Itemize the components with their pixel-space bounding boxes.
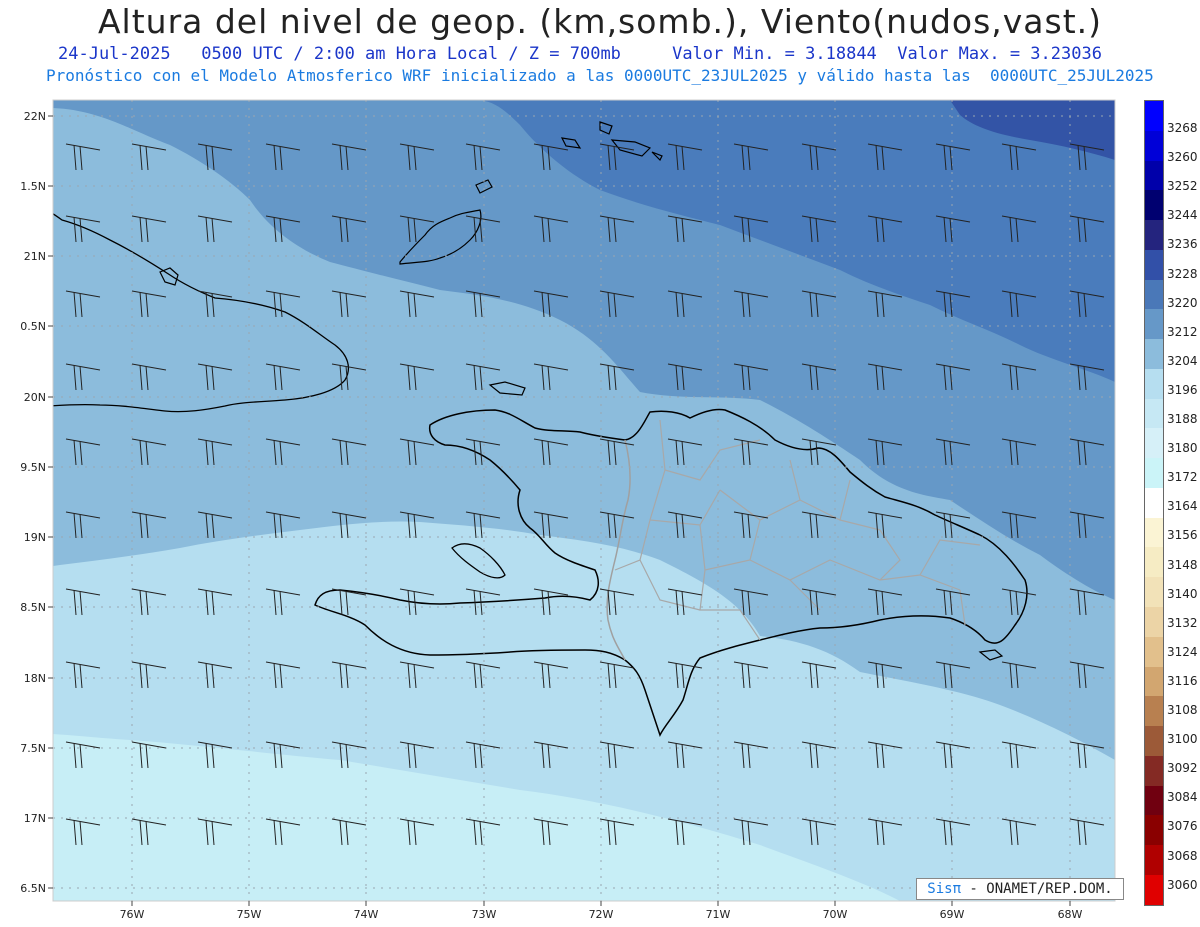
- colorbar-swatch: [1145, 547, 1163, 578]
- colorbar-swatch: [1145, 815, 1163, 846]
- colorbar-label: 3164: [1167, 499, 1198, 514]
- colorbar-swatch: [1145, 160, 1163, 191]
- colorbar-label: 3204: [1167, 353, 1198, 368]
- colorbar-swatch: [1145, 487, 1163, 518]
- colorbar-label: 3116: [1167, 673, 1198, 688]
- colorbar-swatch: [1145, 279, 1163, 310]
- colorbar-swatch: [1145, 845, 1163, 875]
- colorbar-label: 3228: [1167, 266, 1198, 281]
- colorbar-swatch: [1145, 220, 1163, 250]
- colorbar-swatch: [1145, 249, 1163, 280]
- lon-label: 68W: [1058, 908, 1083, 921]
- colorbar-label: 3252: [1167, 179, 1198, 194]
- colorbar-swatch: [1145, 458, 1163, 488]
- credit-brand: Sisπ: [927, 881, 961, 897]
- colorbar-label: 3156: [1167, 528, 1198, 543]
- lat-label: 20N: [24, 391, 46, 404]
- colorbar-label: 3092: [1167, 761, 1198, 776]
- valid-time-line: 24-Jul-2025 0500 UTC / 2:00 am Hora Loca…: [58, 44, 1102, 64]
- colorbar-swatch: [1145, 339, 1163, 369]
- colorbar-swatch: [1145, 398, 1163, 429]
- lon-label: 72W: [589, 908, 614, 921]
- colorbar-label: 3068: [1167, 848, 1198, 863]
- lat-label: 9.5N: [20, 461, 46, 474]
- colorbar-label: 3172: [1167, 470, 1198, 485]
- colorbar-swatch: [1145, 577, 1163, 608]
- lat-label: 6.5N: [20, 882, 46, 895]
- colorbar-swatch: [1145, 696, 1163, 727]
- colorbar-label: 3260: [1167, 150, 1198, 165]
- colorbar-swatch: [1145, 309, 1163, 340]
- lon-label: 70W: [823, 908, 848, 921]
- colorbar-label: 3100: [1167, 732, 1198, 747]
- lat-label: 1.5N: [20, 180, 46, 193]
- colorbar-label: 3236: [1167, 237, 1198, 252]
- colorbar-label: 3140: [1167, 586, 1198, 601]
- colorbar-swatch: [1145, 636, 1163, 667]
- lat-label: 18N: [24, 672, 46, 685]
- colorbar-label: 3212: [1167, 324, 1198, 339]
- colorbar-label: 3108: [1167, 703, 1198, 717]
- colorbar-label: 3148: [1167, 557, 1198, 572]
- colorbar: [1144, 100, 1164, 906]
- lat-label: 0.5N: [20, 320, 46, 333]
- model-run-line: Pronóstico con el Modelo Atmosferico WRF…: [46, 66, 1154, 85]
- colorbar-label: 3060: [1167, 877, 1198, 892]
- lat-label: 22N: [24, 110, 46, 123]
- lat-label: 19N: [24, 531, 46, 544]
- lon-label: 71W: [706, 908, 731, 921]
- lon-label: 74W: [354, 908, 379, 921]
- colorbar-label: 3132: [1167, 615, 1198, 630]
- credit-box: Sisπ - ONAMET/REP.DOM.: [916, 878, 1124, 900]
- lat-label: 7.5N: [20, 742, 46, 755]
- weather-map: 22N 1.5N 21N 0.5N 20N 9.5N 19N 8.5N 18N 7.5N 17N 6.…: [0, 0, 1200, 927]
- colorbar-swatch: [1145, 190, 1163, 221]
- colorbar-swatch: [1145, 368, 1163, 399]
- colorbar-swatch: [1145, 607, 1163, 637]
- map-title: Altura del nivel de geop. (km,somb.), Vi…: [97, 2, 1103, 41]
- lon-label: 75W: [237, 908, 262, 921]
- colorbar-label: 3196: [1167, 382, 1198, 397]
- colorbar-swatch: [1145, 101, 1163, 131]
- colorbar-label: 3084: [1167, 790, 1198, 805]
- colorbar-label: 3180: [1167, 441, 1198, 456]
- colorbar-swatch: [1145, 874, 1163, 905]
- colorbar-swatch: [1145, 666, 1163, 697]
- colorbar-swatch: [1145, 130, 1163, 161]
- lat-label: 21N: [24, 250, 46, 263]
- colorbar-swatch: [1145, 428, 1163, 459]
- lat-label: 8.5N: [20, 601, 46, 614]
- colorbar-label: 3268: [1167, 121, 1198, 135]
- colorbar-label: 3076: [1167, 819, 1198, 834]
- colorbar-swatch: [1145, 785, 1163, 816]
- lat-label: 17N: [24, 812, 46, 825]
- colorbar-label: 3124: [1167, 644, 1198, 659]
- lon-label: 76W: [120, 908, 145, 921]
- colorbar-label: 3220: [1167, 295, 1198, 310]
- lon-label: 69W: [940, 908, 965, 921]
- colorbar-swatch: [1145, 517, 1163, 548]
- colorbar-label: 3188: [1167, 412, 1198, 426]
- lon-label: 73W: [472, 908, 497, 921]
- colorbar-swatch: [1145, 755, 1163, 786]
- colorbar-label: 3244: [1167, 208, 1198, 223]
- credit-text: - ONAMET/REP.DOM.: [961, 881, 1113, 897]
- colorbar-swatch: [1145, 726, 1163, 756]
